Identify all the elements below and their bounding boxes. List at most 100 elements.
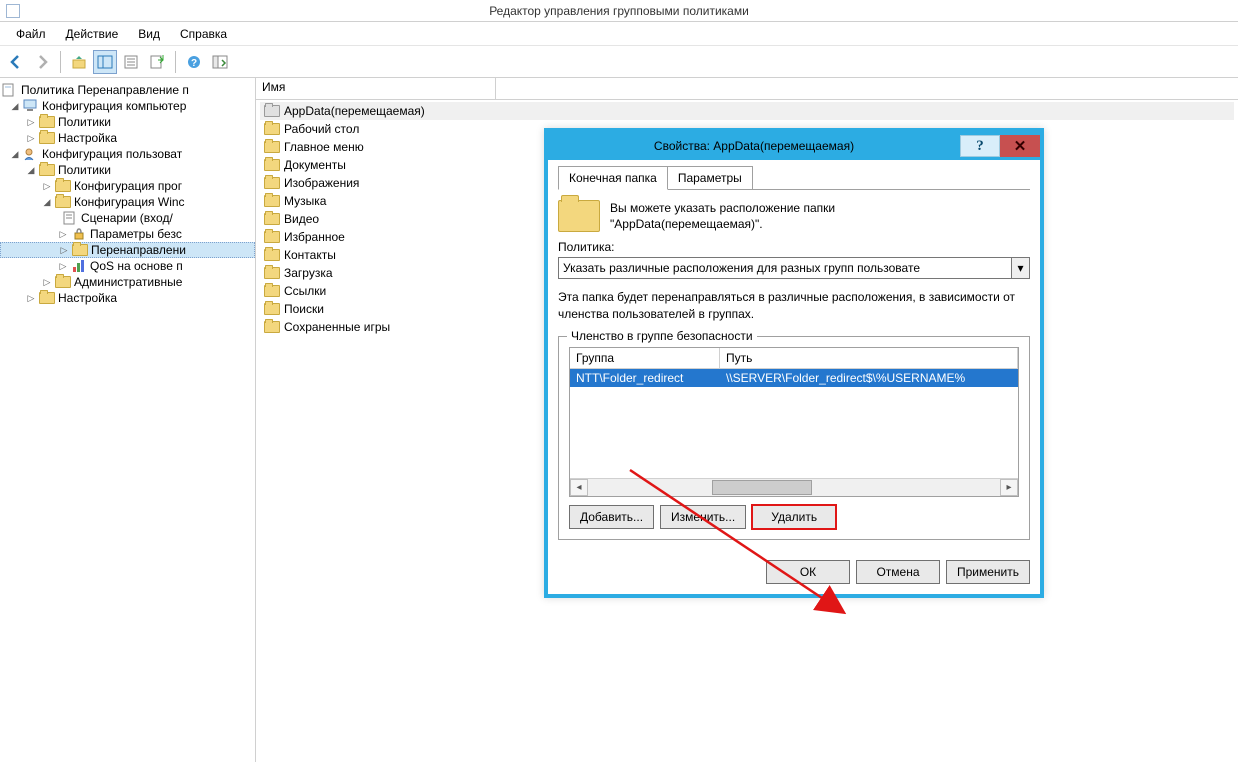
tree-root[interactable]: Политика Перенаправление п	[0, 82, 255, 98]
help-button[interactable]: ?	[182, 50, 206, 74]
folder-icon	[39, 115, 55, 129]
computer-icon	[23, 99, 39, 113]
folder-icon	[39, 163, 55, 177]
ok-button[interactable]: ОК	[766, 560, 850, 584]
export-button[interactable]	[145, 50, 169, 74]
tree-computer-settings[interactable]: ▷ Настройка	[0, 130, 255, 146]
tab-params[interactable]: Параметры	[667, 166, 753, 190]
folder-icon	[264, 177, 280, 189]
policy-icon	[2, 83, 18, 97]
show-hide-tree-button[interactable]	[93, 50, 117, 74]
menu-help[interactable]: Справка	[170, 24, 237, 44]
grid-row[interactable]: NTT\Folder_redirect \\SERVER\Folder_redi…	[570, 369, 1018, 387]
groupbox-legend: Членство в группе безопасности	[567, 329, 757, 343]
list-item-appdata[interactable]: AppData(перемещаемая)	[260, 102, 1234, 120]
folder-icon	[55, 179, 71, 193]
main-titlebar: Редактор управления групповыми политикам…	[0, 0, 1238, 22]
folder-icon	[55, 275, 71, 289]
menu-action[interactable]: Действие	[56, 24, 129, 44]
folder-icon	[264, 285, 280, 297]
menubar: Файл Действие Вид Справка	[0, 22, 1238, 46]
close-button[interactable]: ✕	[1000, 135, 1040, 157]
cancel-button[interactable]: Отмена	[856, 560, 940, 584]
folder-icon	[264, 105, 280, 117]
col-group[interactable]: Группа	[570, 348, 720, 368]
expander-icon[interactable]: ▷	[58, 229, 68, 239]
dialog-titlebar[interactable]: Свойства: AppData(перемещаемая) ? ✕	[548, 132, 1040, 160]
expander-icon[interactable]: ▷	[26, 117, 36, 127]
expander-icon[interactable]: ▷	[42, 181, 52, 191]
forward-button[interactable]	[30, 50, 54, 74]
col-path[interactable]: Путь	[720, 348, 1018, 368]
h-scrollbar[interactable]: ◂ ▸	[570, 478, 1018, 496]
scroll-left-button[interactable]: ◂	[570, 479, 588, 496]
edit-button[interactable]: Изменить...	[660, 505, 746, 529]
tree-win-config[interactable]: ◢ Конфигурация Winc	[0, 194, 255, 210]
expander-icon[interactable]: ◢	[42, 197, 52, 207]
tabstrip: Конечная папка Параметры	[558, 166, 1030, 190]
menu-file[interactable]: Файл	[6, 24, 56, 44]
expander-icon[interactable]: ▷	[26, 293, 36, 303]
folder-icon	[264, 267, 280, 279]
expander-icon[interactable]: ◢	[10, 101, 20, 111]
tree-computer-policies[interactable]: ▷ Политики	[0, 114, 255, 130]
description-text: Эта папка будет перенаправляться в разли…	[558, 289, 1030, 321]
delete-button[interactable]: Удалить	[752, 505, 836, 529]
folder-redirect-icon	[72, 243, 88, 257]
separator	[60, 51, 61, 73]
membership-grid[interactable]: Группа Путь NTT\Folder_redirect \\SERVER…	[569, 347, 1019, 497]
folder-icon	[264, 141, 280, 153]
scroll-thumb[interactable]	[712, 480, 812, 495]
expander-icon[interactable]: ◢	[26, 165, 36, 175]
properties-dialog: Свойства: AppData(перемещаемая) ? ✕ Коне…	[544, 128, 1044, 598]
help-button[interactable]: ?	[960, 135, 1000, 157]
tree-user-policies[interactable]: ◢ Политики	[0, 162, 255, 178]
list-header: Имя	[256, 78, 1238, 100]
properties-button[interactable]	[119, 50, 143, 74]
tree-scripts[interactable]: Сценарии (вход/	[0, 210, 255, 226]
tree-pane[interactable]: Политика Перенаправление п ◢ Конфигураци…	[0, 78, 256, 762]
add-button[interactable]: Добавить...	[569, 505, 654, 529]
folder-icon	[264, 249, 280, 261]
folder-icon	[264, 159, 280, 171]
app-icon	[6, 4, 20, 18]
menu-view[interactable]: Вид	[128, 24, 170, 44]
user-icon	[23, 147, 39, 161]
expander-icon[interactable]: ▷	[59, 245, 69, 255]
filter-button[interactable]	[208, 50, 232, 74]
folder-icon	[264, 303, 280, 315]
tree-user-settings[interactable]: ▷ Настройка	[0, 290, 255, 306]
folder-icon	[39, 291, 55, 305]
tree-security[interactable]: ▷ Параметры безс	[0, 226, 255, 242]
info-text: Вы можете указать расположение папки "Ap…	[610, 200, 835, 232]
policy-combo[interactable]: Указать различные расположения для разны…	[558, 257, 1030, 279]
scroll-track[interactable]	[588, 479, 1000, 496]
tab-target[interactable]: Конечная папка	[558, 166, 668, 190]
chevron-down-icon[interactable]: ▾	[1011, 258, 1029, 278]
apply-button[interactable]: Применить	[946, 560, 1030, 584]
expander-icon[interactable]: ▷	[58, 261, 68, 271]
tree-computer-config[interactable]: ◢ Конфигурация компьютер	[0, 98, 255, 114]
tree-qos[interactable]: ▷ QoS на основе п	[0, 258, 255, 274]
chart-icon	[71, 259, 87, 273]
policy-label: Политика:	[558, 240, 1030, 254]
folder-icon	[55, 195, 71, 209]
script-icon	[62, 211, 78, 225]
separator	[175, 51, 176, 73]
folder-icon	[264, 321, 280, 333]
folder-icon	[264, 123, 280, 135]
toolbar: ?	[0, 46, 1238, 78]
folder-icon	[264, 195, 280, 207]
tree-user-config[interactable]: ◢ Конфигурация пользоват	[0, 146, 255, 162]
tree-soft-config[interactable]: ▷ Конфигурация прог	[0, 178, 255, 194]
expander-icon[interactable]: ◢	[10, 149, 20, 159]
back-button[interactable]	[4, 50, 28, 74]
tree-redirection[interactable]: ▷ Перенаправлени	[0, 242, 255, 258]
scroll-right-button[interactable]: ▸	[1000, 479, 1018, 496]
expander-icon[interactable]: ▷	[26, 133, 36, 143]
expander-icon[interactable]: ▷	[42, 277, 52, 287]
folder-icon	[264, 231, 280, 243]
col-name[interactable]: Имя	[256, 78, 496, 99]
tree-admin[interactable]: ▷ Административные	[0, 274, 255, 290]
up-button[interactable]	[67, 50, 91, 74]
